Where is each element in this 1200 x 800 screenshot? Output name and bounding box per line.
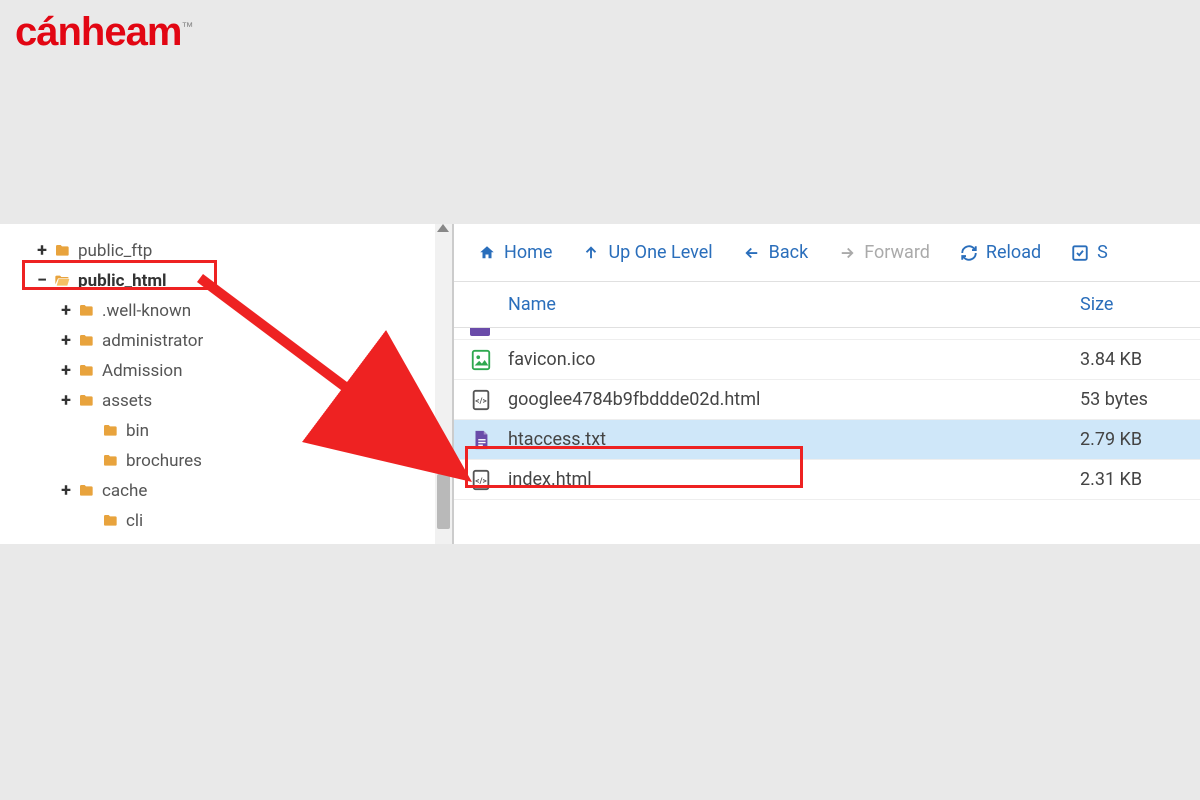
- tree-item--well-known[interactable]: + .well-known: [0, 296, 452, 326]
- file-name: htaccess.txt: [508, 429, 1080, 450]
- folder-icon: [52, 273, 72, 289]
- forward-button[interactable]: Forward: [838, 242, 930, 263]
- tree-toggle-icon[interactable]: +: [59, 334, 73, 348]
- forward-arrow-icon: [838, 244, 856, 262]
- folder-icon: [76, 303, 96, 319]
- file-type-icon: [470, 428, 492, 452]
- file-row-index-html[interactable]: </> index.html2.31 KB: [454, 460, 1200, 500]
- scrollbar-thumb[interactable]: [437, 474, 450, 529]
- tree-item-label: assets: [102, 391, 152, 411]
- tree-item-public-ftp[interactable]: + public_ftp: [0, 236, 452, 266]
- tree-toggle-icon[interactable]: +: [59, 484, 73, 498]
- file-type-icon: </>: [470, 388, 492, 412]
- tree-item-label: brochures: [126, 451, 202, 471]
- tree-item-brochures[interactable]: +brochures: [0, 446, 452, 476]
- file-row-htaccess-txt[interactable]: htaccess.txt2.79 KB: [454, 420, 1200, 460]
- folder-icon: [100, 423, 120, 439]
- file-type-icon: [470, 348, 492, 372]
- svg-text:</>: </>: [475, 396, 487, 406]
- folder-icon: [76, 333, 96, 349]
- folder-icon: [100, 513, 120, 529]
- tree-item-admission[interactable]: + Admission: [0, 356, 452, 386]
- select-all-button[interactable]: S: [1071, 242, 1108, 263]
- tree-toggle-icon[interactable]: −: [35, 274, 49, 288]
- brand-logo: cánheam™: [15, 10, 192, 55]
- column-name-header[interactable]: Name: [508, 294, 1080, 315]
- file-name: favicon.ico: [508, 349, 1080, 370]
- tree-scrollbar[interactable]: [435, 224, 452, 544]
- file-size: 2.31 KB: [1080, 469, 1200, 490]
- reload-icon: [960, 244, 978, 262]
- tree-item-label: public_ftp: [78, 241, 152, 261]
- tree-item-bin[interactable]: +bin: [0, 416, 452, 446]
- up-arrow-icon: [582, 244, 600, 262]
- tree-item-label: administrator: [102, 331, 203, 351]
- back-arrow-icon: [743, 244, 761, 262]
- file-size: 3.84 KB: [1080, 349, 1200, 370]
- svg-text:</>: </>: [475, 476, 487, 486]
- back-label: Back: [769, 242, 809, 263]
- file-type-icon: </>: [470, 468, 492, 492]
- file-toolbar: Home Up One Level Back Forward Reload S: [454, 224, 1200, 282]
- folder-icon: [52, 243, 72, 259]
- up-one-level-button[interactable]: Up One Level: [582, 242, 712, 263]
- tree-item-public-html[interactable]: − public_html: [0, 266, 452, 296]
- file-manager-panel: + public_ftp − public_html + .well-known + admi…: [0, 224, 1200, 544]
- folder-icon: [100, 453, 120, 469]
- tree-toggle-icon[interactable]: +: [59, 394, 73, 408]
- forward-label: Forward: [864, 242, 930, 263]
- tree-item-cli[interactable]: +cli: [0, 506, 452, 536]
- logo-text: cánheam: [15, 10, 181, 54]
- reload-button[interactable]: Reload: [960, 242, 1041, 263]
- file-size: 2.79 KB: [1080, 429, 1200, 450]
- tree-item-label: Admission: [102, 361, 182, 381]
- file-row-favicon-ico[interactable]: favicon.ico3.84 KB: [454, 340, 1200, 380]
- tree-item-cache[interactable]: + cache: [0, 476, 452, 506]
- home-button[interactable]: Home: [478, 242, 552, 263]
- tree-toggle-icon[interactable]: +: [35, 244, 49, 258]
- home-label: Home: [504, 242, 552, 263]
- folder-tree: + public_ftp − public_html + .well-known + admi…: [0, 224, 453, 544]
- tree-item-assets[interactable]: + assets: [0, 386, 452, 416]
- file-row-googlee4784b9fbddde02d-html[interactable]: </> googlee4784b9fbddde02d.html53 bytes: [454, 380, 1200, 420]
- back-button[interactable]: Back: [743, 242, 809, 263]
- file-name: index.html: [508, 469, 1080, 490]
- trademark-icon: ™: [181, 20, 192, 34]
- folder-icon: [76, 393, 96, 409]
- up-label: Up One Level: [608, 242, 712, 263]
- reload-label: Reload: [986, 242, 1041, 263]
- folder-icon: [76, 483, 96, 499]
- tree-toggle-icon[interactable]: +: [59, 304, 73, 318]
- tree-item-label: cache: [102, 481, 147, 501]
- file-name: googlee4784b9fbddde02d.html: [508, 389, 1080, 410]
- partial-row-above: [454, 328, 1200, 340]
- tree-item-administrator[interactable]: + administrator: [0, 326, 452, 356]
- tree-toggle-icon[interactable]: +: [59, 364, 73, 378]
- file-list-panel: Home Up One Level Back Forward Reload S: [453, 224, 1200, 544]
- file-rows: favicon.ico3.84 KB </> googlee4784b9fbddde…: [454, 328, 1200, 544]
- file-size: 53 bytes: [1080, 389, 1200, 410]
- tree-item-label: public_html: [78, 271, 167, 291]
- select-label: S: [1097, 242, 1108, 263]
- folder-icon: [76, 363, 96, 379]
- column-size-header[interactable]: Size: [1080, 294, 1200, 315]
- tree-item-label: bin: [126, 421, 149, 441]
- file-table-header: Name Size: [454, 282, 1200, 328]
- tree-item-label: .well-known: [102, 301, 191, 321]
- checkbox-icon: [1071, 244, 1089, 262]
- home-icon: [478, 244, 496, 262]
- tree-item-label: cli: [126, 511, 143, 531]
